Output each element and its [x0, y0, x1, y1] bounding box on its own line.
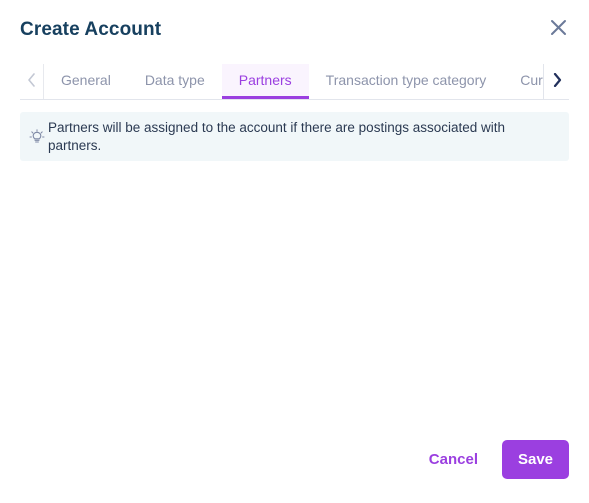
- chevron-right-icon: [552, 72, 562, 90]
- tabs-list: General Data type Partners Transaction t…: [44, 64, 543, 99]
- hint-text: Partners will be assigned to the account…: [48, 120, 506, 153]
- tab-general[interactable]: General: [44, 64, 128, 99]
- save-button[interactable]: Save: [502, 439, 569, 479]
- create-account-dialog: Create Account General Data type Partner…: [0, 0, 589, 503]
- tab-transaction-type-category[interactable]: Transaction type category: [309, 64, 504, 99]
- tabs-scroll-left-button[interactable]: [20, 64, 44, 99]
- hint-banner: Partners will be assigned to the account…: [20, 112, 569, 162]
- tab-data-type[interactable]: Data type: [128, 64, 222, 99]
- close-button[interactable]: [541, 10, 575, 44]
- tabs-scroll-right-button[interactable]: [543, 64, 569, 99]
- tab-bar: General Data type Partners Transaction t…: [20, 64, 569, 100]
- tabs-viewport: General Data type Partners Transaction t…: [44, 64, 543, 99]
- dialog-body: Partners will be assigned to the account…: [0, 100, 589, 425]
- chevron-left-icon: [27, 73, 36, 90]
- cancel-button[interactable]: Cancel: [415, 441, 492, 478]
- tab-currency[interactable]: Curre: [503, 64, 543, 99]
- lightbulb-idea-icon: [28, 128, 46, 146]
- tab-partners[interactable]: Partners: [221, 64, 309, 99]
- dialog-header: Create Account: [0, 0, 589, 56]
- close-icon: [550, 19, 567, 36]
- page-title: Create Account: [20, 18, 162, 40]
- dialog-footer: Cancel Save: [0, 425, 589, 503]
